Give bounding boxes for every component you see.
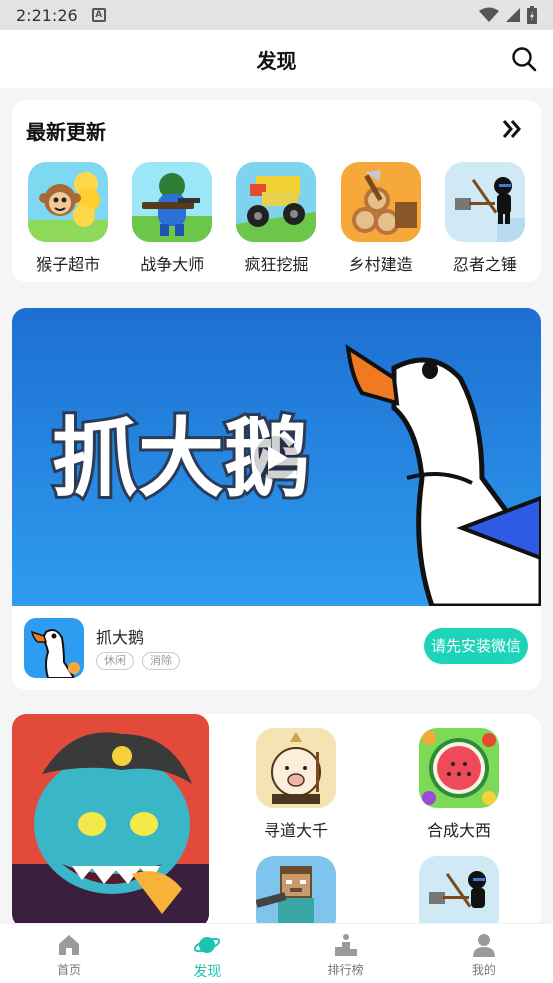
game-item-monkey-market[interactable]: 猴子超市 <box>20 162 116 275</box>
notification-icon: A <box>91 8 106 22</box>
game-item-crazy-dig[interactable]: 疯狂挖掘 <box>228 162 324 275</box>
watermelon-icon <box>419 728 499 808</box>
wifi-icon <box>479 7 499 22</box>
user-icon <box>472 934 495 957</box>
search-icon[interactable] <box>511 46 537 72</box>
status-bar: 2:21:26 A <box>0 0 553 30</box>
monkey-market-icon <box>28 162 109 242</box>
grid-game-xundao[interactable]: 寻道大千 <box>241 728 351 841</box>
nav-label: 排行榜 <box>327 963 364 977</box>
home-icon <box>59 935 80 955</box>
app-header: 发现 <box>0 30 553 88</box>
game-name: 疯狂挖掘 <box>244 255 309 274</box>
status-icons <box>479 6 537 24</box>
video-banner[interactable]: 抓大鹅 <box>12 308 541 606</box>
ninja-hammer-icon <box>419 856 499 928</box>
podium-icon <box>334 934 357 956</box>
double-chevron-right-icon[interactable] <box>501 118 523 140</box>
war-master-icon <box>132 162 213 242</box>
nav-label: 发现 <box>193 964 222 980</box>
planet-icon <box>194 937 221 953</box>
goose-game-icon[interactable] <box>24 618 84 678</box>
featured-game-info: 抓大鹅 休闲 消除 请先安装微信 <box>12 606 541 690</box>
game-item-ninja-hammer[interactable]: 忍者之锤 <box>437 162 533 275</box>
game-name: 猴子超市 <box>36 255 101 274</box>
tag: 消除 <box>142 652 180 670</box>
grid-game-block-world[interactable] <box>241 856 351 928</box>
featured-game-card: 抓大鹅 抓大鹅 休闲 消除 请先安装微信 <box>12 308 541 690</box>
page-title: 发现 <box>256 48 297 73</box>
xundao-icon <box>256 728 336 808</box>
grid-game-ninja-hammer[interactable] <box>404 856 514 928</box>
ninja-hammer-icon <box>444 162 525 242</box>
village-build-icon <box>340 162 421 242</box>
battery-icon <box>527 6 537 24</box>
game-item-village-build[interactable]: 乡村建造 <box>333 162 429 275</box>
game-name: 寻道大千 <box>263 821 328 840</box>
latest-updates-card: 最新更新 猴子超市 战争大师 疯狂挖掘 乡村建造 忍者之锤 <box>12 100 541 282</box>
status-time: 2:21:26 <box>16 5 78 25</box>
latest-updates-title: 最新更新 <box>26 120 106 144</box>
game-name: 乡村建造 <box>348 255 413 274</box>
game-name: 战争大师 <box>140 255 205 274</box>
featured-game-name: 抓大鹅 <box>96 628 145 647</box>
nav-home[interactable]: 首页 <box>29 932 109 978</box>
recommended-section: 寻道大千 合成大西 <box>12 714 541 928</box>
promo-banner[interactable] <box>12 714 209 928</box>
game-name: 合成大西 <box>426 821 491 840</box>
grid-game-watermelon[interactable]: 合成大西 <box>404 728 514 841</box>
nav-discover[interactable]: 发现 <box>167 932 247 981</box>
signal-icon <box>506 8 520 22</box>
game-name: 忍者之锤 <box>452 255 517 274</box>
minecraft-like-icon <box>256 856 336 928</box>
crazy-dig-icon <box>236 162 317 242</box>
latest-games-row: 猴子超市 战争大师 疯狂挖掘 乡村建造 忍者之锤 <box>12 162 541 275</box>
install-wechat-button[interactable]: 请先安装微信 <box>423 628 528 664</box>
nav-label: 首页 <box>57 963 82 977</box>
tag-list: 休闲 消除 <box>96 652 180 670</box>
game-item-war-master[interactable]: 战争大师 <box>124 162 220 275</box>
nav-ranking[interactable]: 排行榜 <box>306 932 386 978</box>
nav-mine[interactable]: 我的 <box>444 932 524 978</box>
bottom-nav: 首页 发现 排行榜 我的 <box>0 923 553 983</box>
nav-label: 我的 <box>471 963 496 977</box>
tag: 休闲 <box>96 652 134 670</box>
